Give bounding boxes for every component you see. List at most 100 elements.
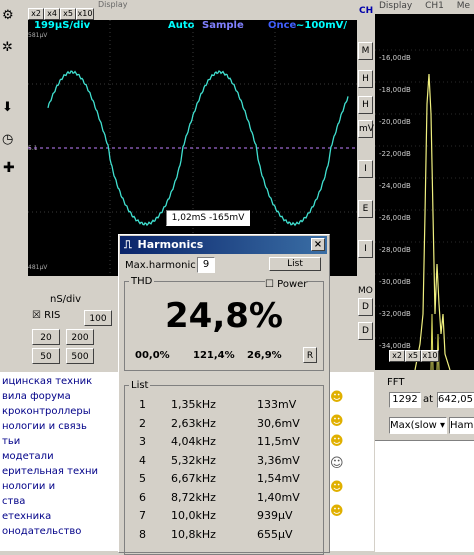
forum-link-3[interactable]: кроконтроллеры — [2, 404, 118, 419]
forum-link-4[interactable]: нологии и связь — [2, 419, 118, 434]
chevron-down-icon: ▾ — [439, 420, 445, 431]
thd-group: THD ☐ Power 24,8% 00,0% 121,4% 26,9% R — [124, 276, 324, 371]
forum-link-10[interactable]: етехника — [2, 509, 118, 524]
smiley-icon[interactable]: ☻ — [330, 434, 344, 449]
table-row: 2 2,63kHz 30,6mV — [125, 415, 323, 434]
spectrum-menu: Display CH1 Me — [379, 1, 470, 11]
fan-icon[interactable]: ✲ — [2, 40, 13, 55]
forum-link-2[interactable]: вила форума — [2, 389, 118, 404]
harmonic-number: 4 — [139, 453, 146, 467]
table-row: 7 10,0kHz 939µV — [125, 507, 323, 526]
harmonic-frequency: 8,72kHz — [171, 490, 216, 504]
plus-icon[interactable]: ✚ — [3, 160, 15, 176]
clock-icon[interactable]: ◷ — [2, 132, 13, 147]
smiley-icon[interactable]: ☻ — [330, 504, 344, 519]
thd-group-label: THD — [129, 276, 155, 287]
forum-link-5[interactable]: тьи — [2, 434, 118, 449]
thd-value: 24,8% — [165, 296, 283, 336]
smiley-icon[interactable]: ☻ — [330, 480, 344, 495]
side-button-mv[interactable]: mV — [358, 120, 374, 138]
smiley-icon[interactable]: ☺ — [330, 456, 344, 471]
list-button[interactable]: List — [269, 257, 321, 271]
list-group: List 1 1,35kHz 133mV 2 2,63kHz 30,6mV 3 4,04kHz… — [124, 380, 324, 555]
tab-x5[interactable]: x5 — [60, 8, 76, 20]
harmonic-amplitude: 11,5mV — [257, 435, 300, 448]
harmonic-number: 7 — [139, 509, 146, 522]
stat-min: 00,0% — [135, 350, 170, 361]
side-button-e[interactable]: E — [358, 200, 373, 218]
window-select-2[interactable]: Ham — [449, 417, 474, 434]
channel-strip: CH M H H mV I E I MO D D — [357, 0, 375, 370]
harmonics-dialog: ⎍ Harmonics × Max.harmonic 9 List THD ☐ … — [118, 234, 330, 555]
spectrum-bottom-area — [375, 440, 474, 552]
forum-link-7[interactable]: ерительная техни — [2, 464, 118, 479]
harmonic-frequency: 10,8kHz — [171, 527, 216, 541]
side-button-i2[interactable]: I — [358, 240, 373, 258]
forum-link-11[interactable]: онодательство — [2, 524, 118, 539]
harmonics-titlebar[interactable]: ⎍ Harmonics × — [120, 236, 327, 254]
harmonic-number: 1 — [139, 398, 146, 411]
smiley-icon[interactable]: ☻ — [330, 414, 344, 429]
tab-x4[interactable]: x4 — [44, 8, 60, 20]
max-harmonic-label: Max.harmonic — [125, 260, 196, 271]
harmonic-frequency: 1,35kHz — [171, 398, 216, 411]
side-button-d2[interactable]: D — [358, 322, 373, 340]
ris-checkbox[interactable]: ☒ RIS — [32, 310, 60, 321]
harmonic-number: 3 — [139, 435, 146, 448]
harmonics-list: 1 1,35kHz 133mV 2 2,63kHz 30,6mV 3 4,04kHz 11,5m… — [125, 396, 323, 544]
reset-button[interactable]: R — [303, 347, 317, 363]
side-button-h2[interactable]: H — [358, 96, 373, 114]
forum-link-1[interactable]: ицинская техник — [2, 374, 118, 389]
table-row: 6 8,72kHz 1,40mV — [125, 489, 323, 508]
close-icon[interactable]: × — [311, 238, 325, 251]
smiley-icon[interactable]: ☻ — [330, 390, 344, 405]
forum-link-8[interactable]: нологии и — [2, 479, 118, 494]
btn-100[interactable]: 100 — [84, 310, 112, 326]
tab-x2[interactable]: x2 — [389, 350, 405, 362]
timebase-panel: nS/div ☒ RIS 100 20 200 50 500 — [18, 290, 118, 370]
btn-20[interactable]: 20 — [32, 329, 60, 345]
menu-display[interactable]: Display — [98, 0, 128, 9]
btn-200[interactable]: 200 — [66, 329, 94, 345]
harmonic-number: 6 — [139, 490, 146, 504]
at-label: at — [423, 394, 434, 405]
tab-x10[interactable]: x10 — [76, 8, 94, 20]
btn-50[interactable]: 50 — [32, 348, 60, 364]
table-row: 1 1,35kHz 133mV — [125, 396, 323, 415]
tab-x2[interactable]: x2 — [28, 8, 44, 20]
harmonic-amplitude: 655µV — [257, 527, 293, 541]
fft-size-field[interactable]: 1292 — [389, 392, 421, 408]
menu-ch1[interactable]: CH1 — [425, 1, 444, 11]
spectrum-screen[interactable]: -16,00dB -18,00dB -20,00dB -22,00dB -24,00dB… — [375, 14, 474, 370]
gear-icon[interactable]: ⚙ — [2, 8, 14, 23]
power-checkbox[interactable]: ☐ Power — [265, 279, 308, 290]
side-button-i1[interactable]: I — [358, 160, 373, 178]
channel-label: CH — [359, 6, 374, 16]
harmonic-amplitude: 1,54mV — [257, 472, 300, 485]
harmonic-amplitude: 30,6mV — [257, 416, 300, 430]
harmonic-amplitude: 133mV — [257, 398, 297, 411]
btn-500[interactable]: 500 — [66, 348, 94, 364]
forum-link-9[interactable]: ства — [2, 494, 118, 509]
list-group-label: List — [129, 380, 151, 391]
max-harmonic-field[interactable]: 9 — [197, 257, 215, 273]
cursor-readout: 1,02mS -165mV — [166, 210, 250, 226]
arrow-down-icon[interactable]: ⬇ — [2, 100, 13, 115]
side-button-d1[interactable]: D — [358, 298, 373, 316]
tab-x5[interactable]: x5 — [405, 350, 421, 362]
smiley-column: ☻ ☻ ☻ ☺ ☻ ☻ — [328, 372, 374, 551]
menu-display[interactable]: Display — [379, 1, 412, 11]
side-button-m[interactable]: M — [358, 42, 373, 60]
menu-me[interactable]: Me — [457, 1, 470, 11]
harmonic-number: 5 — [139, 472, 146, 485]
table-row: 3 4,04kHz 11,5mV — [125, 433, 323, 452]
side-button-h1[interactable]: H — [358, 70, 373, 88]
forum-link-6[interactable]: модетали — [2, 449, 118, 464]
window-select[interactable]: Max(slow ▾ — [389, 417, 447, 434]
tab-x10[interactable]: x10 — [421, 350, 439, 362]
scope-menu: Display — [98, 0, 128, 9]
fft-frequency-field[interactable]: 642,05 — [437, 392, 474, 408]
stat-max: 121,4% — [193, 350, 235, 361]
db-scale: -16,00dB -18,00dB -20,00dB -22,00dB -24,00dB… — [379, 54, 411, 350]
spectrum-window: Display CH1 Me -16,00dB -18,00dB -20,00dB -… — [375, 0, 474, 552]
